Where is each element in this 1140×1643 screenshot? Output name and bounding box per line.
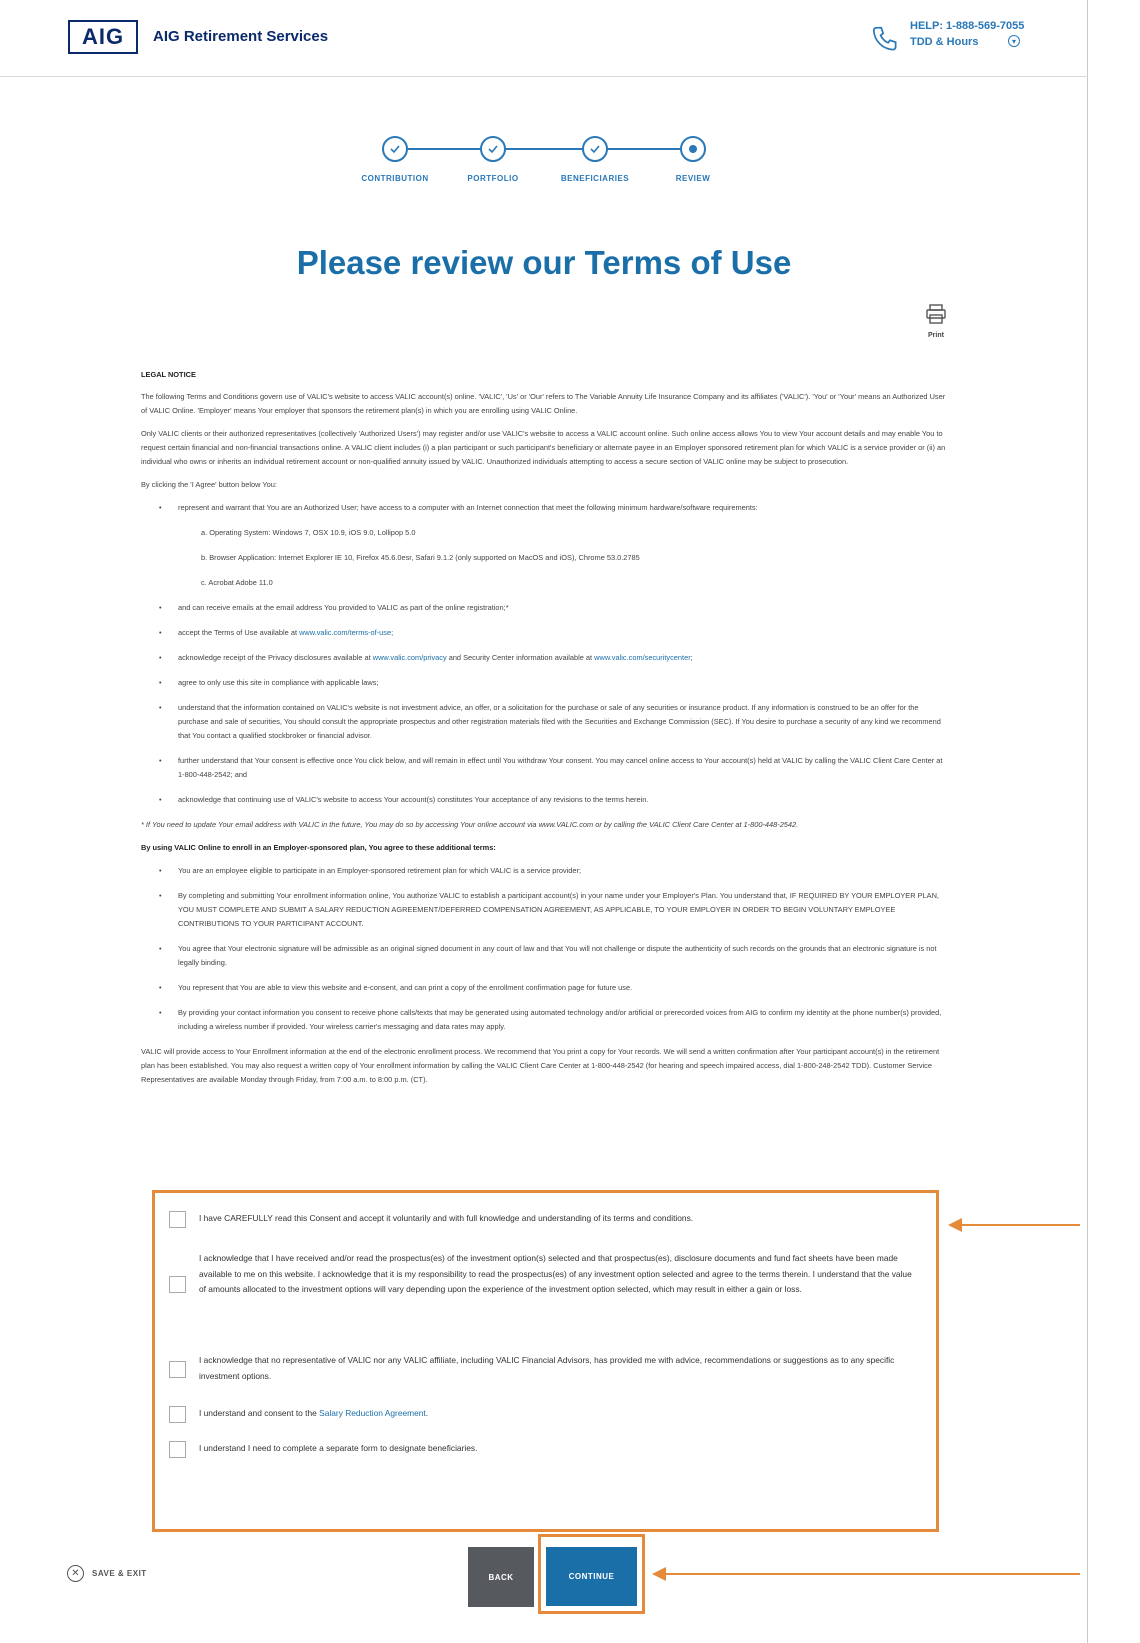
consent-item: I acknowledge that no representative of …: [169, 1353, 919, 1384]
list-item: acknowledge receipt of the Privacy discl…: [141, 651, 949, 665]
consent-item: I acknowledge that I have received and/o…: [169, 1251, 919, 1298]
step-label: CONTRIBUTION: [361, 174, 429, 183]
check-icon: [382, 136, 408, 162]
list-item: By providing your contact information yo…: [141, 1006, 949, 1034]
save-exit-label: SAVE & EXIT: [92, 1569, 147, 1578]
list-item: You agree that Your electronic signature…: [141, 942, 949, 970]
consent-text: I understand I need to complete a separa…: [199, 1443, 478, 1453]
consent-checkbox[interactable]: [169, 1441, 186, 1458]
salary-reduction-agreement-link[interactable]: Salary Reduction Agreement: [319, 1408, 426, 1418]
progress-stepper: CONTRIBUTION PORTFOLIO BENEFICIARIES REV…: [345, 136, 745, 196]
list-item: represent and warrant that You are an Au…: [141, 501, 949, 515]
security-center-link[interactable]: www.valic.com/securitycenter: [594, 653, 691, 662]
header: AIG AIG Retirement Services HELP: 1-888-…: [0, 0, 1088, 77]
consent-checklist: I have CAREFULLY read this Consent and a…: [152, 1190, 939, 1532]
step-review[interactable]: REVIEW: [643, 136, 743, 183]
continue-highlight: CONTINUE: [538, 1534, 645, 1614]
annotation-arrow-icon: [652, 1567, 666, 1581]
check-icon: [582, 136, 608, 162]
continue-button[interactable]: CONTINUE: [546, 1547, 637, 1606]
step-beneficiaries[interactable]: BENEFICIARIES: [545, 136, 645, 183]
list-item: a. Operating System: Windows 7, OSX 10.9…: [201, 528, 416, 537]
consent-item: I understand and consent to the Salary R…: [169, 1406, 919, 1423]
list-item: understand that the information containe…: [141, 701, 949, 743]
consent-text: I understand and consent to the Salary R…: [199, 1408, 429, 1418]
annotation-arrow-line: [960, 1224, 1080, 1226]
step-label: PORTFOLIO: [467, 174, 519, 183]
close-icon: ✕: [67, 1565, 84, 1582]
list-item: b. Browser Application: Internet Explore…: [201, 553, 640, 562]
help-contact[interactable]: HELP: 1-888-569-7055 TDD & Hours ▾: [870, 20, 1050, 60]
agreement-list: represent and warrant that You are an Au…: [141, 501, 949, 807]
closing-paragraph: VALIC will provide access to Your Enroll…: [141, 1047, 940, 1084]
consent-item: I understand I need to complete a separa…: [169, 1441, 919, 1458]
enroll-terms-list: You are an employee eligible to particip…: [141, 864, 949, 1034]
list-item: and can receive emails at the email addr…: [141, 601, 949, 615]
consent-item: I have CAREFULLY read this Consent and a…: [169, 1211, 919, 1228]
annotation-arrow-icon: [948, 1218, 962, 1232]
current-step-dot-icon: [680, 136, 706, 162]
list-item: accept the Terms of Use available at www…: [141, 626, 949, 640]
consent-checkbox[interactable]: [169, 1276, 186, 1293]
enroll-heading: By using VALIC Online to enroll in an Em…: [141, 843, 496, 852]
consent-checkbox[interactable]: [169, 1361, 186, 1378]
legal-paragraph: By clicking the 'I Agree' button below Y…: [141, 480, 277, 489]
aig-logo[interactable]: AIG: [68, 20, 138, 54]
save-exit-button[interactable]: ✕ SAVE & EXIT: [67, 1565, 147, 1582]
legal-notice: LEGAL NOTICE The following Terms and Con…: [141, 368, 949, 1096]
annotation-arrow-line: [664, 1573, 1080, 1575]
consent-text: I acknowledge that no representative of …: [199, 1355, 895, 1381]
legal-heading: LEGAL NOTICE: [141, 370, 196, 379]
step-contribution[interactable]: CONTRIBUTION: [345, 136, 445, 183]
help-phone[interactable]: HELP: 1-888-569-7055: [910, 20, 1024, 32]
privacy-link[interactable]: www.valic.com/privacy: [373, 653, 447, 662]
list-item: acknowledge that continuing use of VALIC…: [141, 793, 949, 807]
tdd-hours-link[interactable]: TDD & Hours: [910, 36, 978, 48]
page-title: Please review our Terms of Use: [296, 244, 792, 281]
chevron-down-icon[interactable]: ▾: [1008, 35, 1020, 47]
phone-icon: [872, 26, 897, 51]
list-item: You are an employee eligible to particip…: [141, 864, 949, 878]
list-item: further understand that Your consent is …: [141, 754, 949, 782]
legal-paragraph: The following Terms and Conditions gover…: [141, 392, 946, 415]
list-item: By completing and submitting Your enroll…: [141, 889, 949, 931]
consent-text: I have CAREFULLY read this Consent and a…: [199, 1213, 694, 1223]
printer-icon: [926, 304, 946, 324]
legal-paragraph: Only VALIC clients or their authorized r…: [141, 429, 946, 466]
list-item: agree to only use this site in complianc…: [141, 676, 949, 690]
print-button[interactable]: Print: [916, 303, 956, 339]
step-label: REVIEW: [675, 174, 711, 183]
back-button[interactable]: BACK: [468, 1547, 534, 1607]
terms-of-use-link[interactable]: www.valic.com/terms-of-use: [299, 628, 391, 637]
check-icon: [480, 136, 506, 162]
consent-checkbox[interactable]: [169, 1211, 186, 1228]
list-item: c. Acrobat Adobe 11.0: [201, 578, 273, 587]
consent-text: I acknowledge that I have received and/o…: [199, 1253, 912, 1294]
consent-checkbox[interactable]: [169, 1406, 186, 1423]
print-label: Print: [928, 332, 944, 339]
step-portfolio[interactable]: PORTFOLIO: [443, 136, 543, 183]
list-item: You represent that You are able to view …: [141, 981, 949, 995]
footnote: * If You need to update Your email addre…: [141, 820, 799, 829]
step-label: BENEFICIARIES: [560, 174, 630, 183]
brand-name: AIG Retirement Services: [153, 28, 329, 45]
